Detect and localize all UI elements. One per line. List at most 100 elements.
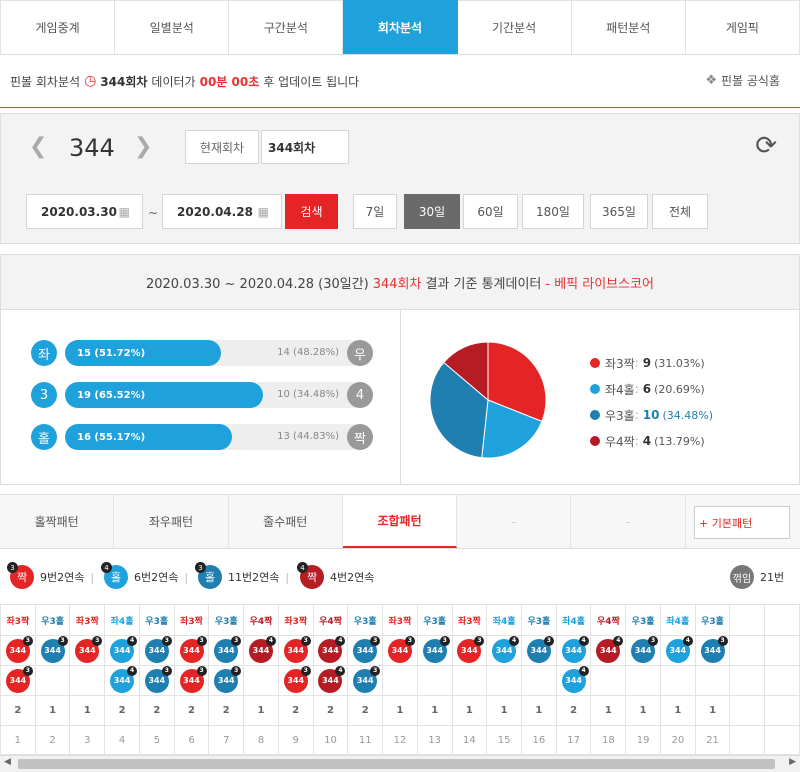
scroll-right-icon[interactable]: ▶ [789, 757, 796, 767]
date-to-field[interactable]: 2020.04.28 ▦ [162, 194, 282, 229]
right-label-badge: 4 [347, 382, 373, 408]
grid-cell [694, 665, 731, 696]
prev-round-icon[interactable]: ❮ [29, 134, 47, 159]
grid-cell [34, 665, 71, 696]
grid-index-cell: 11 [347, 725, 384, 755]
tab-1[interactable]: 게임중계 [0, 0, 116, 54]
result-ball[interactable]: 344 3 [353, 665, 381, 693]
result-ball[interactable]: 344 4 [561, 635, 589, 663]
legend-label: 우3홀 [605, 408, 635, 423]
result-ball[interactable]: 344 3 [422, 635, 450, 663]
grid-count-cell: 1 [451, 695, 488, 726]
grid-count-cell: 2 [173, 695, 210, 726]
result-ball[interactable]: 344 3 [214, 665, 242, 693]
period-button-6[interactable]: 전체 [652, 194, 708, 229]
grid-header-cell: 우3홀 [34, 604, 71, 636]
result-ball[interactable]: 344 3 [144, 635, 172, 663]
tab-6[interactable]: 패턴분석 [571, 0, 686, 54]
bar-fill: 19 (65.52%) [65, 382, 263, 408]
grid-cell [382, 665, 418, 696]
result-ball[interactable]: 344 4 [665, 635, 693, 663]
result-ball-count: 3 [648, 635, 659, 646]
date-separator: ~ [148, 206, 159, 220]
official-home-icon: ❖ [705, 73, 717, 88]
tab-3[interactable]: 구간분석 [229, 0, 344, 54]
result-ball-count: 4 [266, 635, 276, 646]
basic-pattern-button[interactable]: + 기본패턴 [694, 506, 790, 539]
result-ball-round: 344 [669, 646, 687, 655]
result-ball[interactable]: 344 3 [283, 665, 311, 693]
next-round-icon[interactable]: ❯ [134, 134, 152, 159]
official-home-link[interactable]: ❖ 핀볼 공식홈 [705, 72, 780, 89]
result-ball[interactable]: 344 3 [75, 635, 103, 663]
result-ball[interactable]: 344 3 [526, 635, 554, 663]
result-ball[interactable]: 344 3 [283, 635, 311, 663]
grid-header-cell: 우3홀 [694, 604, 731, 636]
result-ball[interactable]: 344 3 [700, 635, 728, 663]
result-ball[interactable]: 344 3 [214, 635, 242, 663]
grid-count-cell: 2 [347, 695, 384, 726]
result-ball[interactable]: 344 3 [40, 635, 68, 663]
horizontal-scrollbar[interactable]: ◀ ▶ [0, 755, 800, 772]
date-from-field[interactable]: 2020.03.30 ▦ [26, 194, 143, 229]
result-ball-round: 344 [217, 646, 235, 655]
tab-5[interactable]: 기간분석 [457, 0, 572, 54]
grid-index-cell: 19 [625, 725, 661, 755]
result-ball[interactable]: 344 4 [249, 635, 276, 663]
result-ball-count: 3 [370, 665, 381, 676]
result-ball[interactable]: 344 4 [596, 635, 624, 663]
pattern-summary: 짝 3 9번2연속 | 홀 4 6번2연속 | 홀 3 11번2연속 | 짝 4 4번2연속 꺾임 21번 [0, 549, 800, 604]
result-ball[interactable]: 344 4 [561, 665, 589, 693]
result-ball[interactable]: 344 4 [110, 665, 138, 693]
result-ball[interactable]: 344 4 [110, 635, 138, 663]
result-ball[interactable]: 344 3 [144, 665, 172, 693]
grid-count-cell: 1 [521, 695, 557, 726]
result-ball[interactable]: 344 4 [492, 635, 520, 663]
result-ball-count: 3 [22, 665, 33, 676]
bar-right-value: 10 (34.48%) [277, 389, 339, 400]
calendar-icon: ▦ [257, 204, 269, 219]
result-ball-count: 4 [682, 635, 693, 646]
period-button-3[interactable]: 60일 [463, 194, 518, 229]
pattern-tab-6[interactable]: - [571, 495, 686, 548]
result-ball[interactable]: 344 3 [631, 635, 659, 663]
period-button-1[interactable]: 7일 [353, 194, 397, 229]
tab-2[interactable]: 일별분석 [115, 0, 230, 54]
grid-cell: 344 3 [694, 635, 731, 666]
streak-ball-label: 짝 [306, 571, 318, 584]
right-label-badge: 짝 [347, 424, 373, 450]
period-button-4[interactable]: 180일 [522, 194, 584, 229]
search-button[interactable]: 검색 [285, 194, 338, 229]
result-ball[interactable]: 344 3 [179, 635, 207, 663]
scroll-left-icon[interactable]: ◀ [4, 757, 11, 767]
pattern-tab-2[interactable]: 좌우패턴 [114, 495, 229, 548]
refresh-icon[interactable]: ⟳ [755, 131, 777, 161]
result-ball-count: 3 [717, 635, 728, 646]
result-ball[interactable]: 344 4 [318, 635, 346, 663]
result-ball-round: 344 [78, 646, 96, 655]
result-ball[interactable]: 344 3 [5, 665, 33, 693]
grid-cell: 344 3 [347, 635, 384, 666]
pattern-tab-4[interactable]: 조합패턴 [342, 495, 458, 548]
current-round-button[interactable]: 현재회차 [185, 130, 259, 164]
result-ball[interactable]: 344 3 [179, 665, 207, 693]
tab-7[interactable]: 게임픽 [685, 0, 800, 54]
result-ball[interactable]: 344 3 [457, 635, 485, 663]
result-ball[interactable]: 344 3 [5, 635, 33, 663]
period-button-2[interactable]: 30일 [404, 194, 460, 229]
pattern-tab-3[interactable]: 줄수패턴 [229, 495, 343, 548]
period-button-5[interactable]: 365일 [590, 194, 648, 229]
result-ball[interactable]: 344 3 [353, 635, 381, 663]
pattern-tab-5[interactable]: - [457, 495, 572, 548]
round-input[interactable]: 344회차 [261, 130, 349, 164]
result-ball[interactable]: 344 3 [387, 635, 415, 663]
result-ball[interactable]: 344 4 [318, 665, 346, 693]
result-ball-count: 3 [404, 635, 415, 646]
bar-right-value: 14 (48.28%) [277, 347, 339, 358]
tab-4[interactable]: 회차분석 [343, 0, 458, 54]
streak-ball: 홀4 [101, 562, 128, 589]
pattern-tab-1[interactable]: 홀짝패턴 [0, 495, 115, 548]
official-home-label: 핀볼 공식홈 [720, 74, 780, 88]
scrollbar-thumb[interactable] [18, 759, 775, 769]
result-ball-round: 344 [704, 646, 721, 655]
